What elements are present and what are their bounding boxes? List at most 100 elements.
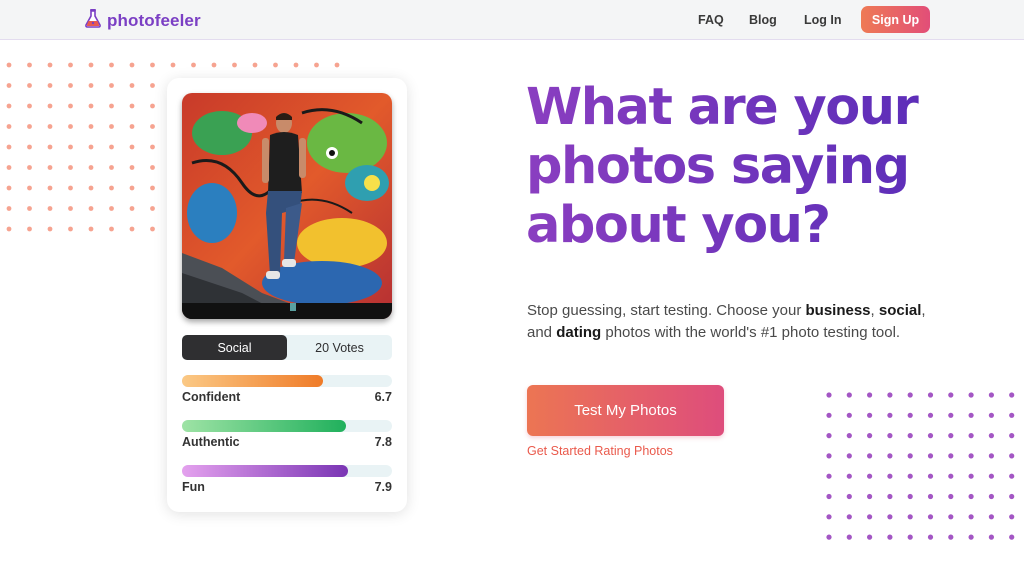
decorative-dot xyxy=(88,62,94,68)
decorative-dot xyxy=(27,226,32,232)
decorative-dot xyxy=(68,144,73,150)
decorative-dot xyxy=(826,433,832,439)
decorative-dot xyxy=(129,83,135,88)
decorative-dot xyxy=(907,392,913,398)
decorative-dot xyxy=(988,473,994,479)
decorative-dot xyxy=(334,62,340,68)
decorative-dot xyxy=(27,62,32,68)
decorative-dot xyxy=(948,433,954,439)
nav-faq-link[interactable]: FAQ xyxy=(698,13,724,27)
subtext-bold-dating: dating xyxy=(556,324,602,341)
decorative-dot xyxy=(88,103,94,109)
decorative-dot xyxy=(109,185,114,191)
decorative-dot xyxy=(47,103,53,109)
decorative-dot xyxy=(1009,453,1015,459)
get-started-rating-link[interactable]: Get Started Rating Photos xyxy=(527,444,673,458)
decorative-dot xyxy=(88,124,94,129)
decorative-dot xyxy=(927,514,934,520)
decorative-dot xyxy=(314,62,319,68)
metric-bar-track xyxy=(182,465,392,477)
decorative-dot xyxy=(211,62,217,68)
decorative-dot xyxy=(47,62,53,68)
decorative-dot xyxy=(867,453,873,459)
metric-bar-fill xyxy=(182,375,323,387)
decorative-dot xyxy=(927,433,934,439)
rating-card: Social 20 Votes Confident 6.7 Authentic … xyxy=(167,78,407,512)
decorative-dot xyxy=(47,185,53,191)
decorative-dots-purple xyxy=(820,388,1024,548)
decorative-dot xyxy=(27,206,32,211)
decorative-dot xyxy=(846,433,852,439)
decorative-dot xyxy=(948,473,954,479)
hero-headline: What are your photos saying about you? xyxy=(526,78,946,255)
decorative-dot xyxy=(129,226,135,232)
metric-value: 6.7 xyxy=(374,390,392,404)
decorative-dot xyxy=(109,62,114,68)
decorative-dot xyxy=(968,392,974,398)
decorative-dot xyxy=(826,392,832,398)
decorative-dot xyxy=(150,206,155,211)
decorative-dot xyxy=(988,453,994,459)
decorative-dot xyxy=(867,514,873,520)
decorative-dot xyxy=(150,83,155,88)
decorative-dot xyxy=(129,206,135,211)
decorative-dot xyxy=(68,103,73,109)
decorative-dot xyxy=(1009,473,1015,479)
hero-subtext: Stop guessing, start testing. Choose you… xyxy=(527,300,927,344)
decorative-dot xyxy=(988,433,994,439)
rating-tabs: Social 20 Votes xyxy=(182,335,392,360)
metric-bar-fill xyxy=(182,465,348,477)
votes-count: 20 Votes xyxy=(315,340,364,355)
decorative-dot xyxy=(826,473,832,479)
decorative-dot xyxy=(988,392,994,398)
decorative-dot xyxy=(1009,493,1015,500)
decorative-dot xyxy=(867,493,873,500)
decorative-dot xyxy=(826,493,832,500)
decorative-dot xyxy=(1009,433,1015,439)
decorative-dot xyxy=(129,185,135,191)
decorative-dot xyxy=(47,206,53,211)
decorative-dot xyxy=(907,412,913,418)
decorative-dot xyxy=(826,412,832,418)
decorative-dot xyxy=(27,185,32,191)
metric-label: Authentic xyxy=(182,435,240,449)
subtext-part: and xyxy=(527,324,557,341)
decorative-dot xyxy=(826,453,832,459)
decorative-dot xyxy=(887,412,893,418)
decorative-dot xyxy=(968,433,974,439)
decorative-dot xyxy=(27,165,32,170)
decorative-dot xyxy=(150,165,155,170)
decorative-dot xyxy=(948,534,954,540)
decorative-dot xyxy=(109,103,114,109)
nav-login-link[interactable]: Log In xyxy=(804,13,842,27)
tab-social[interactable]: Social xyxy=(182,335,287,360)
decorative-dot xyxy=(88,206,94,211)
decorative-dot xyxy=(887,453,893,459)
decorative-dot xyxy=(907,453,913,459)
decorative-dot xyxy=(6,83,12,88)
decorative-dot xyxy=(47,124,53,129)
nav-blog-link[interactable]: Blog xyxy=(749,13,777,27)
test-my-photos-button[interactable]: Test My Photos xyxy=(527,385,724,436)
logo-text: photofeeler xyxy=(107,10,201,30)
headline-line: What are your xyxy=(526,78,918,137)
logo[interactable]: photofeeler xyxy=(84,8,201,33)
decorative-dot xyxy=(6,185,12,191)
decorative-dot xyxy=(927,392,934,398)
decorative-dot xyxy=(887,392,893,398)
decorative-dot xyxy=(6,62,12,68)
decorative-dot xyxy=(88,185,94,191)
metric-bar-track xyxy=(182,375,392,387)
subtext-part: Stop guessing, start testing. Choose you… xyxy=(527,302,806,319)
decorative-dot xyxy=(68,185,73,191)
decorative-dot xyxy=(887,514,893,520)
decorative-dot xyxy=(867,392,873,398)
decorative-dot xyxy=(887,534,893,540)
signup-button[interactable]: Sign Up xyxy=(861,6,930,33)
decorative-dot xyxy=(907,433,913,439)
decorative-dot xyxy=(948,412,954,418)
decorative-dot xyxy=(927,473,934,479)
decorative-dot xyxy=(109,124,114,129)
subtext-bold-business: business xyxy=(805,302,871,319)
decorative-dot xyxy=(150,144,155,150)
